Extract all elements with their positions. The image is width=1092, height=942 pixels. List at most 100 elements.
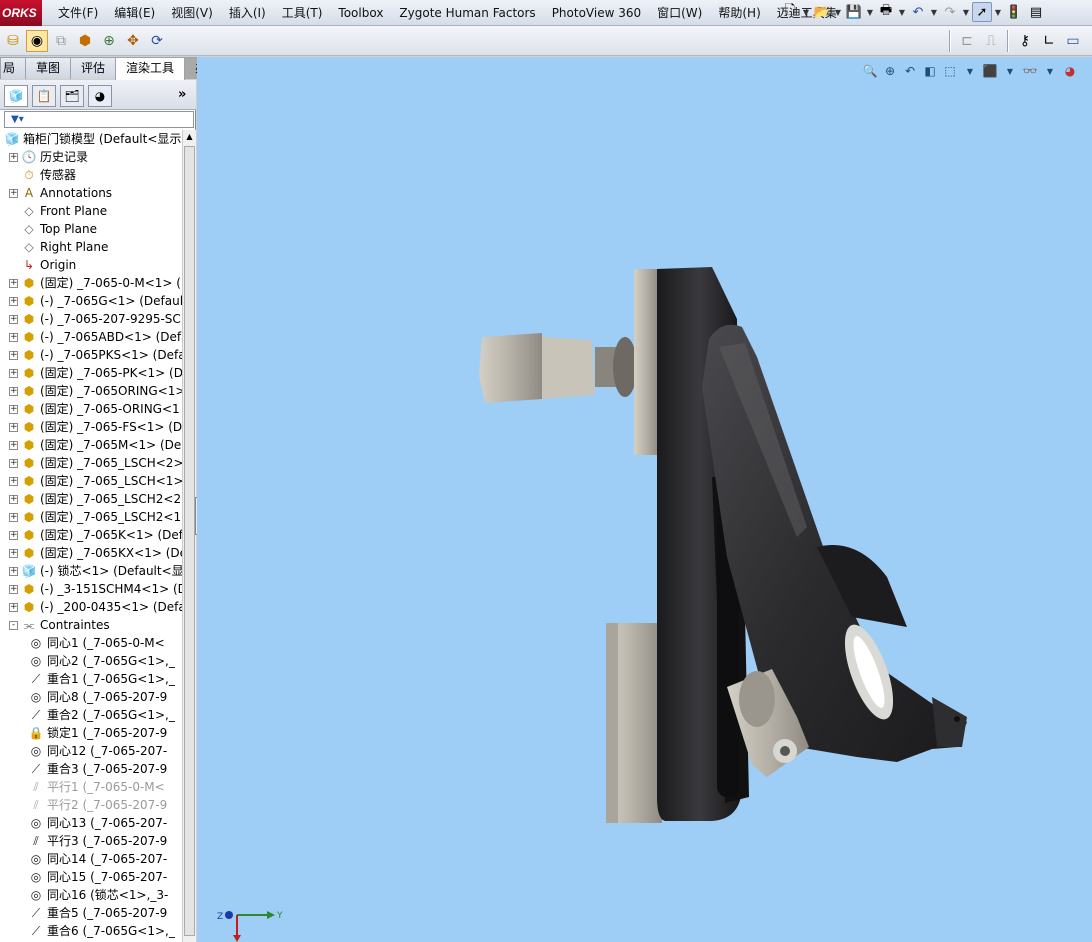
tree-item[interactable]: + A Annotations: [9, 184, 112, 202]
options-icon[interactable]: ▤: [1026, 2, 1046, 22]
sketch-step-icon[interactable]: ⎍: [980, 30, 1002, 52]
scroll-up-icon[interactable]: ▲: [183, 130, 196, 144]
menu-item[interactable]: Zygote Human Factors: [391, 0, 543, 26]
expand-icon[interactable]: +: [9, 548, 18, 558]
new-document-icon[interactable]: 🗋: [780, 2, 800, 22]
tree-item[interactable]: + ⬢ (-) _3-151SCHM4<1> (D: [9, 580, 182, 598]
tree-item[interactable]: ⟋ 重合3 (_7-065-207-9: [28, 760, 167, 778]
tree-item[interactable]: + ⬢ (固定) _7-065-FS<1> (D: [9, 418, 182, 436]
chevron-down-icon[interactable]: ▼: [994, 2, 1002, 22]
expand-icon[interactable]: +: [9, 278, 18, 288]
menu-item[interactable]: 帮助(H): [710, 0, 768, 26]
expand-icon[interactable]: +: [9, 440, 18, 450]
sketch-line-icon[interactable]: ⊏: [956, 30, 978, 52]
move-component-icon[interactable]: ✥: [122, 30, 144, 52]
collapse-icon[interactable]: -: [9, 620, 18, 630]
tree-item[interactable]: ⫽ 平行3 (_7-065-207-9: [28, 832, 167, 850]
tree-item[interactable]: ⟋ 重合6 (_7-065G<1>,_: [28, 922, 175, 940]
expand-icon[interactable]: +: [9, 368, 18, 378]
expand-icon[interactable]: +: [9, 332, 18, 342]
tree-item[interactable]: + ⬢ (-) _7-065PKS<1> (Defa: [9, 346, 182, 364]
tree-item[interactable]: ⫽ 平行2 (_7-065-207-9: [28, 796, 167, 814]
print-icon[interactable]: 🖶: [876, 2, 896, 22]
tree-item[interactable]: + ⬢ (固定) _7-065M<1> (De: [9, 436, 181, 454]
open-folder-icon[interactable]: 📂: [812, 2, 832, 22]
expand-icon[interactable]: +: [9, 296, 18, 306]
tree-item[interactable]: ⟋ 重合2 (_7-065G<1>,_: [28, 706, 175, 724]
menu-item[interactable]: PhotoView 360: [544, 0, 649, 26]
tree-item[interactable]: + ⬢ (-) _7-065-207-9295-SC: [9, 310, 181, 328]
tree-item[interactable]: 🔒 锁定1 (_7-065-207-9: [28, 724, 168, 742]
tree-item[interactable]: ◎ 同心14 (_7-065-207-: [28, 850, 167, 868]
tab-command-manager[interactable]: 草图: [25, 57, 72, 79]
tree-item[interactable]: ◇ Right Plane: [9, 238, 108, 256]
chevron-down-icon[interactable]: ▼: [866, 2, 874, 22]
tree-item[interactable]: + ⬢ (固定) _7-065ORING<1>: [9, 382, 182, 400]
menu-item[interactable]: 插入(I): [221, 0, 274, 26]
configuration-manager-tab-icon[interactable]: 🗂: [60, 85, 84, 107]
expand-icon[interactable]: +: [9, 476, 18, 486]
tree-item[interactable]: + ⬢ (固定) _7-065_LSCH<1>: [9, 472, 182, 490]
expand-panel-icon[interactable]: »: [178, 87, 186, 102]
hide-component-icon[interactable]: ⧉: [50, 30, 72, 52]
chevron-down-icon[interactable]: ▼: [898, 2, 906, 22]
tree-item[interactable]: + ⬢ (-) _200-0435<1> (Defa: [9, 598, 182, 616]
chevron-down-icon[interactable]: ▼: [834, 2, 842, 22]
expand-icon[interactable]: +: [9, 566, 18, 576]
tree-item[interactable]: + ⬢ (-) _7-065G<1> (Default: [9, 292, 182, 310]
tree-item[interactable]: + ⬢ (固定) _7-065-0-M<1> (: [9, 274, 181, 292]
feature-tree-tab-icon[interactable]: 🧊: [4, 85, 28, 107]
tree-item[interactable]: + ⬢ (固定) _7-065_LSCH2<1:: [9, 508, 182, 526]
display-icon[interactable]: ▭: [1062, 30, 1084, 52]
instant-3d-icon[interactable]: ⊕: [98, 30, 120, 52]
tab-command-manager[interactable]: 评估: [70, 57, 117, 79]
chevron-down-icon[interactable]: ▼: [962, 2, 970, 22]
expand-icon[interactable]: +: [9, 188, 18, 198]
expand-icon[interactable]: +: [9, 584, 18, 594]
tree-item[interactable]: ◎ 同心16 (锁芯<1>,_3-: [28, 886, 169, 904]
tab-command-manager[interactable]: 局: [0, 57, 27, 79]
tree-item[interactable]: ◎ 同心8 (_7-065-207-9: [28, 688, 167, 706]
tree-item[interactable]: ⟋ 重合5 (_7-065-207-9: [28, 904, 167, 922]
tree-scrollbar[interactable]: ▲: [182, 130, 196, 942]
tree-item[interactable]: 🧊 箱柜门锁模型 (Default<显示: [4, 130, 182, 148]
tree-item[interactable]: + ⬢ (固定) _7-065K<1> (Def: [9, 526, 182, 544]
menu-item[interactable]: 工具(T): [274, 0, 331, 26]
expand-icon[interactable]: +: [9, 422, 18, 432]
cabinet-lock-model[interactable]: Z Y: [197, 57, 1092, 942]
appearance-manager-tab-icon[interactable]: ◕: [88, 85, 112, 107]
tree-item[interactable]: - ⫘ Contraintes: [9, 616, 110, 634]
tree-item[interactable]: + ⬢ (固定) _7-065KX<1> (De: [9, 544, 182, 562]
undo-icon[interactable]: ↶: [908, 2, 928, 22]
tree-item[interactable]: ◎ 同心1 (_7-065-0-M<: [28, 634, 165, 652]
tree-item[interactable]: ↳ Origin: [9, 256, 76, 274]
rebuild-icon[interactable]: 🚦: [1004, 2, 1024, 22]
property-manager-tab-icon[interactable]: 📋: [32, 85, 56, 107]
save-icon[interactable]: 💾: [844, 2, 864, 22]
tree-item[interactable]: + ⬢ (固定) _7-065-ORING<1: [9, 400, 180, 418]
tree-item[interactable]: ◎ 同心15 (_7-065-207-: [28, 868, 167, 886]
expand-icon[interactable]: +: [9, 350, 18, 360]
tab-command-manager[interactable]: 渲染工具: [115, 57, 186, 80]
scroll-thumb[interactable]: [184, 146, 195, 936]
tree-item[interactable]: ◇ Top Plane: [9, 220, 97, 238]
expand-icon[interactable]: +: [9, 386, 18, 396]
tree-item[interactable]: ◇ Front Plane: [9, 202, 107, 220]
expand-icon[interactable]: +: [9, 458, 18, 468]
menu-item[interactable]: 文件(F): [50, 0, 106, 26]
component-view-icon[interactable]: ◉: [26, 30, 48, 52]
expand-icon[interactable]: +: [9, 530, 18, 540]
tree-item[interactable]: ◎ 同心13 (_7-065-207-: [28, 814, 167, 832]
rotate-component-icon[interactable]: ⟳: [146, 30, 168, 52]
smart-fastener-icon[interactable]: ⬢: [74, 30, 96, 52]
database-icon[interactable]: ⛁: [2, 30, 24, 52]
chevron-down-icon[interactable]: ▼: [802, 2, 810, 22]
graphics-viewport[interactable]: 🔍 ⊕ ↶ ◧ ⬚ ▼ ⬛ ▼ 👓 ▼ ◕ Z Y: [197, 57, 1092, 942]
tree-item[interactable]: ◎ 同心12 (_7-065-207-: [28, 742, 167, 760]
tree-item[interactable]: ⫽ 平行1 (_7-065-0-M<: [28, 778, 164, 796]
tree-item[interactable]: ⏱ 传感器: [9, 166, 76, 184]
expand-icon[interactable]: +: [9, 494, 18, 504]
angle-icon[interactable]: ∟: [1038, 30, 1060, 52]
expand-icon[interactable]: +: [9, 404, 18, 414]
expand-icon[interactable]: +: [9, 602, 18, 612]
